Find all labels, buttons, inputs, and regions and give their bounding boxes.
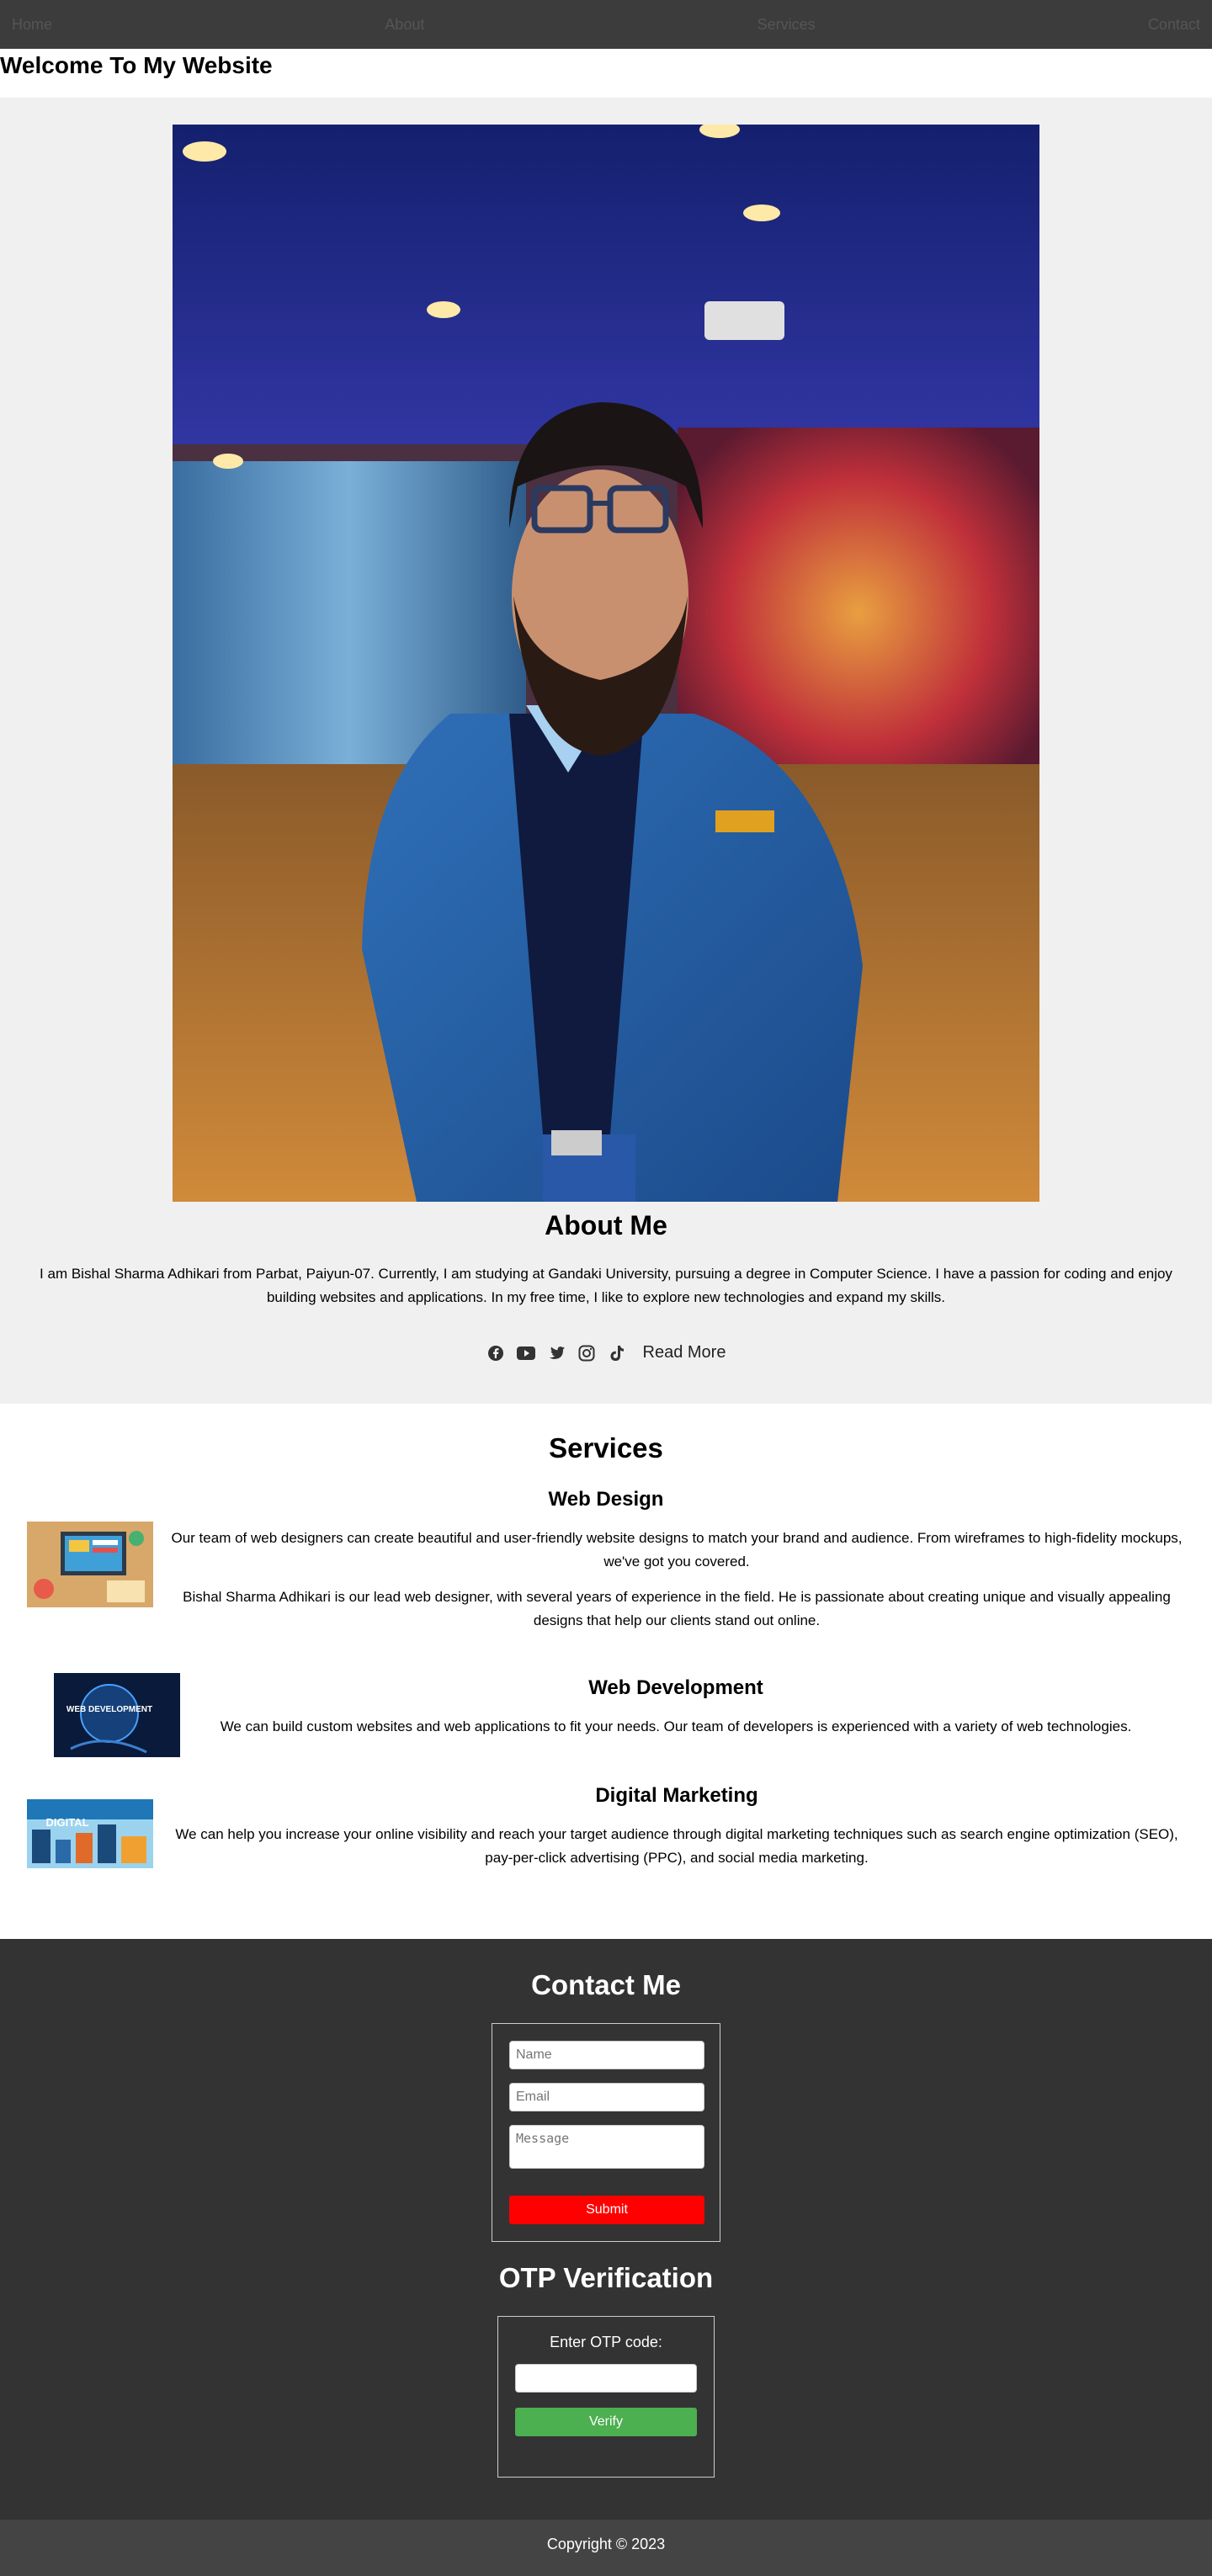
social-links: Read More [0, 1343, 1212, 1362]
message-field[interactable] [509, 2125, 704, 2169]
about-text: I am Bishal Sharma Adhikari from Parbat,… [40, 1266, 1172, 1305]
services-title: Services [549, 1432, 663, 1463]
top-nav: Home About Services Contact [0, 0, 1212, 49]
otp-title: OTP Verification [498, 2262, 714, 2293]
web-development-text: We can build custom websites and web app… [220, 1718, 1132, 1734]
web-development-image: WEB DEVELOPMENT [54, 1673, 180, 1757]
contact-title: Contact Me [531, 1969, 681, 2000]
web-design-text-2: Bishal Sharma Adhikari is our lead web d… [183, 1589, 1171, 1628]
contact-section: Contact Me Submit OTP Verification Enter… [0, 1939, 1212, 2520]
digital-marketing-image: DIGITAL [27, 1799, 153, 1868]
digital-marketing-text: We can help you increase your online vis… [175, 1826, 1178, 1866]
name-field[interactable] [509, 2041, 704, 2069]
otp-input[interactable] [515, 2364, 697, 2393]
about-title: About Me [545, 1210, 667, 1240]
footer: Copyright © 2023 [0, 2520, 1212, 2576]
web-development-title: Web Development [588, 1676, 763, 1699]
copyright-text: Copyright © 2023 [546, 2536, 666, 2552]
services-section: Services Web Design Our team of web desi… [0, 1404, 1212, 1939]
nav-services-link[interactable]: Services [758, 16, 816, 34]
verify-button[interactable]: Verify [515, 2408, 697, 2436]
instagram-icon[interactable] [577, 1344, 596, 1362]
web-design-title: Web Design [548, 1488, 664, 1511]
submit-button[interactable]: Submit [509, 2196, 704, 2224]
about-section: About Me I am Bishal Sharma Adhikari fro… [0, 98, 1212, 1404]
contact-form: Submit [492, 2023, 720, 2242]
otp-label: Enter OTP code: [550, 2334, 662, 2350]
otp-form: Enter OTP code: Verify [497, 2316, 715, 2478]
web-design-image [27, 1522, 153, 1607]
email-field[interactable] [509, 2083, 704, 2111]
profile-photo [173, 125, 1039, 1202]
read-more-link[interactable]: Read More [643, 1343, 726, 1362]
web-design-text: Our team of web designers can create bea… [171, 1530, 1183, 1570]
digital-marketing-image-label: DIGITAL [45, 1816, 88, 1829]
facebook-icon[interactable] [486, 1344, 505, 1362]
youtube-icon[interactable] [516, 1344, 535, 1362]
page-title: Welcome To My Website [0, 52, 273, 78]
web-development-image-label: WEB DEVELOPMENT [66, 1705, 152, 1714]
digital-marketing-title: Digital Marketing [595, 1784, 758, 1807]
tiktok-icon[interactable] [608, 1344, 626, 1362]
nav-about-link[interactable]: About [385, 16, 424, 34]
nav-home-link[interactable]: Home [12, 16, 52, 34]
twitter-icon[interactable] [547, 1344, 566, 1362]
nav-contact-link[interactable]: Contact [1148, 16, 1200, 34]
